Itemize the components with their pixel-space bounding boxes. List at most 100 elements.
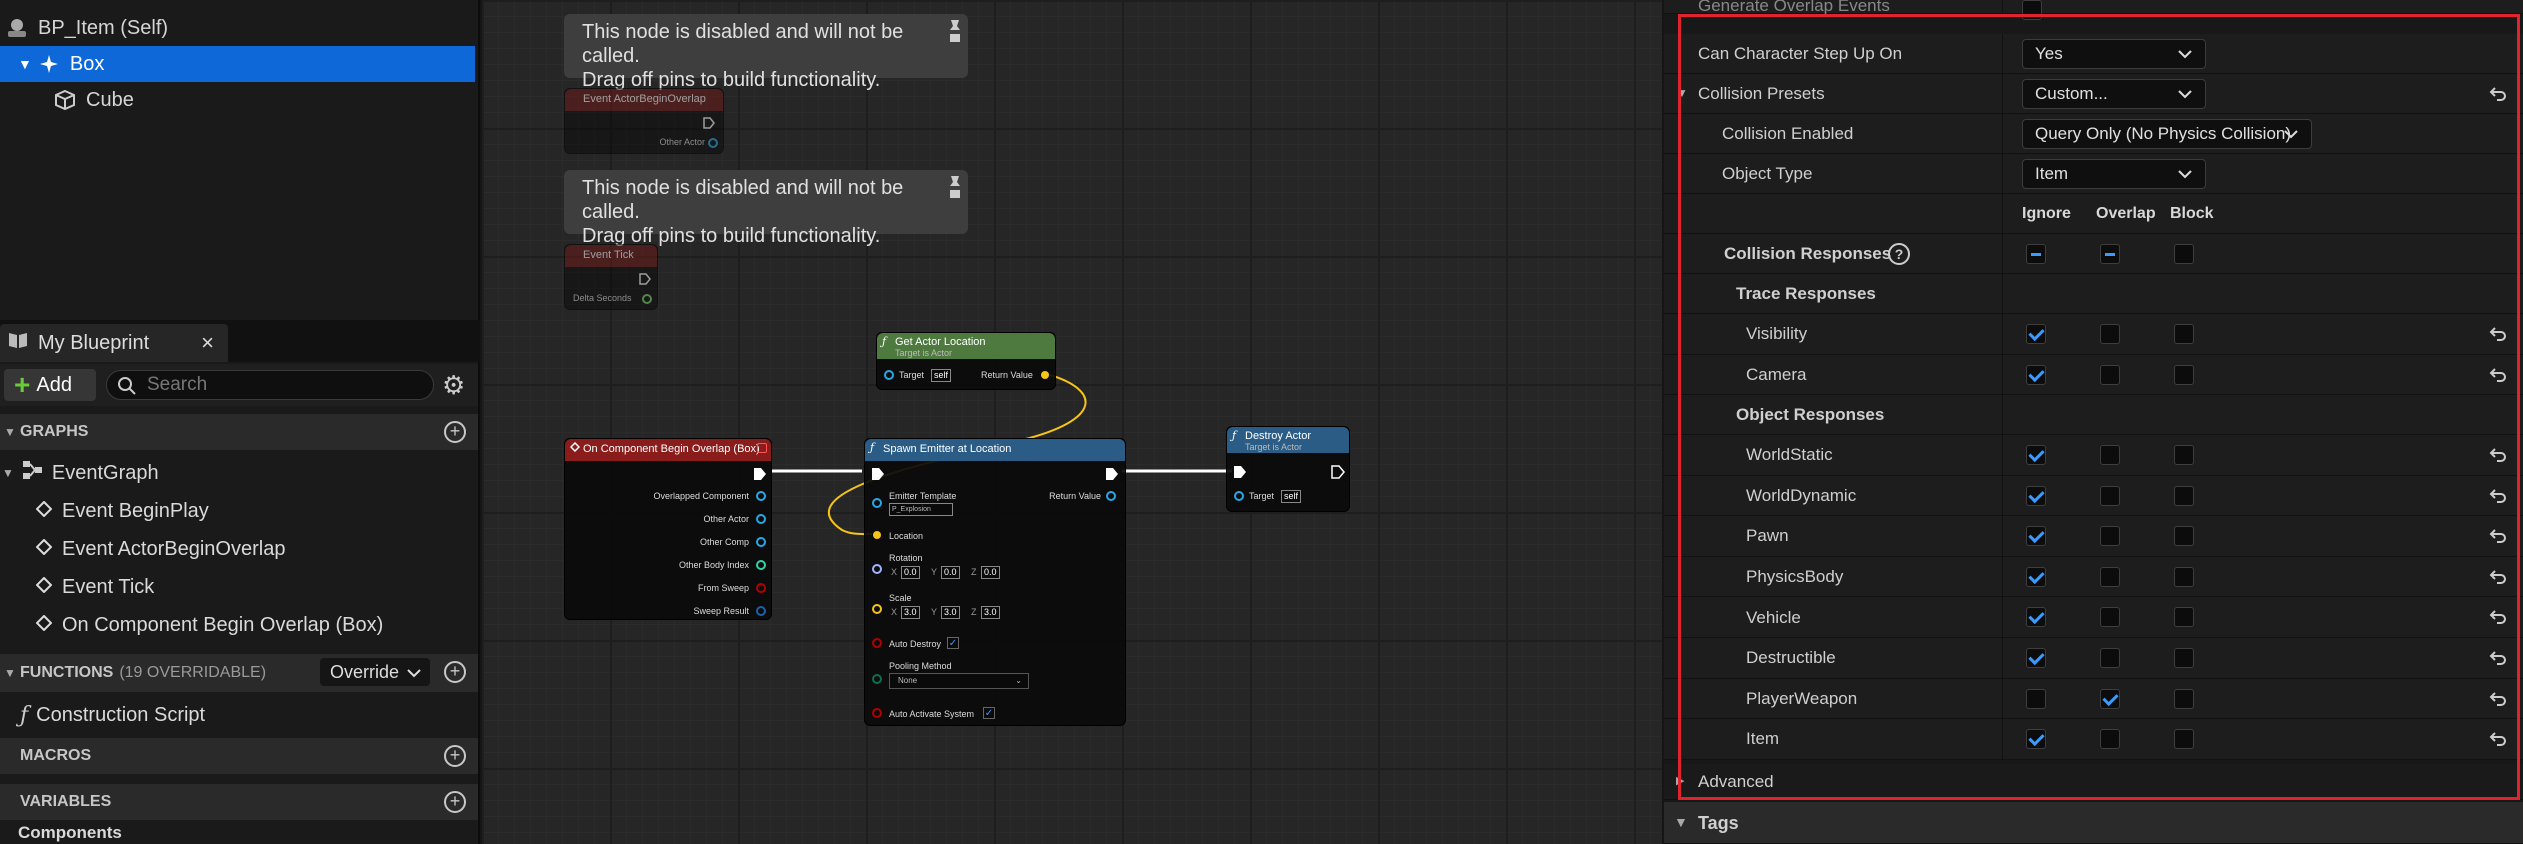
collision-enabled-dropdown[interactable]: Query Only (No Physics Collision): [2022, 119, 2312, 149]
responses-overlap-all-checkbox[interactable]: [2100, 244, 2120, 264]
block-checkbox[interactable]: [2174, 729, 2194, 750]
reset-arrow-icon[interactable]: [2488, 729, 2508, 749]
overlap-checkbox[interactable]: [2100, 648, 2120, 668]
object-type-dropdown[interactable]: Item: [2022, 159, 2206, 189]
exec-pin-icon[interactable]: [1233, 465, 1247, 479]
reset-arrow-icon[interactable]: [2488, 526, 2508, 546]
enum-pin-icon[interactable]: [871, 673, 883, 685]
rotation-y-field[interactable]: 0.0: [941, 566, 960, 579]
ignore-checkbox[interactable]: [2026, 445, 2046, 465]
on-component-begin-overlap-node[interactable]: On Component Begin Overlap (Box) Overlap…: [564, 438, 772, 620]
get-actor-location-node[interactable]: ƒ Get Actor Location Target is Actor Tar…: [876, 332, 1056, 390]
overlap-checkbox[interactable]: [2100, 607, 2120, 628]
target-self-field[interactable]: self: [931, 369, 952, 382]
block-checkbox[interactable]: [2174, 607, 2194, 628]
graph-event-item[interactable]: Event ActorBeginOverlap: [0, 530, 478, 568]
object-pin-icon[interactable]: [755, 490, 767, 502]
ignore-checkbox[interactable]: [2026, 729, 2046, 750]
exec-pin-icon[interactable]: [753, 467, 767, 481]
rotation-x-field[interactable]: 0.0: [901, 566, 920, 579]
object-pin-icon[interactable]: [707, 137, 719, 149]
target-self-field[interactable]: self: [1281, 490, 1302, 503]
scale-x-field[interactable]: 3.0: [901, 606, 920, 619]
generate-overlap-checkbox[interactable]: [2022, 0, 2042, 20]
ignore-checkbox[interactable]: [2026, 566, 2046, 587]
rotator-pin-icon[interactable]: [871, 563, 883, 575]
close-icon[interactable]: ×: [201, 330, 214, 356]
vector-pin-icon[interactable]: [871, 529, 883, 541]
macros-section-header[interactable]: MACROS +: [0, 738, 478, 774]
function-item[interactable]: ƒ Construction Script: [0, 696, 478, 734]
help-icon[interactable]: ?: [1888, 243, 1910, 265]
reset-arrow-icon[interactable]: [2488, 648, 2508, 668]
graph-event-item[interactable]: On Component Begin Overlap (Box): [0, 606, 478, 644]
event-tick-node[interactable]: Event Tick Delta Seconds: [564, 244, 658, 310]
block-checkbox[interactable]: [2174, 485, 2194, 506]
vector-pin-icon[interactable]: [1039, 369, 1051, 381]
variables-components-category[interactable]: Components: [0, 822, 478, 844]
pin-icon[interactable]: [948, 174, 962, 200]
struct-pin-icon[interactable]: [755, 605, 767, 617]
reset-arrow-icon[interactable]: [2488, 689, 2508, 709]
collapse-arrow-icon[interactable]: ▼: [1676, 86, 1688, 100]
ignore-checkbox[interactable]: [2026, 364, 2046, 385]
variables-section-header[interactable]: VARIABLES +: [0, 784, 478, 820]
overlap-checkbox[interactable]: [2100, 364, 2120, 385]
object-pin-icon[interactable]: [755, 513, 767, 525]
overlap-checkbox[interactable]: [2100, 688, 2120, 709]
spawn-emitter-at-location-node[interactable]: ƒ Spawn Emitter at Location Emitter Temp…: [864, 438, 1126, 726]
object-pin-icon[interactable]: [755, 536, 767, 548]
overlap-checkbox[interactable]: [2100, 485, 2120, 506]
reset-arrow-icon[interactable]: [2488, 84, 2508, 104]
object-pin-icon[interactable]: [883, 369, 895, 381]
overlap-checkbox[interactable]: [2100, 729, 2120, 750]
tab-my-blueprint[interactable]: My Blueprint ×: [0, 324, 228, 362]
graph-event-item[interactable]: Event BeginPlay: [0, 492, 478, 530]
add-macro-icon[interactable]: +: [444, 745, 466, 767]
functions-section-header[interactable]: ▼ FUNCTIONS (19 OVERRIDABLE) Override +: [0, 654, 478, 692]
pin-icon[interactable]: [948, 18, 962, 44]
exec-pin-icon[interactable]: [1331, 465, 1345, 479]
bool-pin-icon[interactable]: [871, 707, 883, 719]
event-actor-begin-overlap-node[interactable]: Event ActorBeginOverlap Other Actor: [564, 88, 724, 154]
bool-pin-icon[interactable]: [755, 582, 767, 594]
scale-z-field[interactable]: 3.0: [981, 606, 1000, 619]
graph-event-item[interactable]: Event Tick: [0, 568, 478, 606]
ignore-checkbox[interactable]: [2026, 688, 2046, 709]
block-checkbox[interactable]: [2174, 688, 2194, 709]
collapse-arrow-icon[interactable]: ▼: [1674, 814, 1688, 830]
rotation-z-field[interactable]: 0.0: [981, 566, 1000, 579]
graphs-section-header[interactable]: ▼ GRAPHS +: [0, 414, 478, 450]
overlap-checkbox[interactable]: [2100, 566, 2120, 587]
add-button[interactable]: + Add: [4, 369, 96, 401]
expand-arrow-icon[interactable]: ▶: [1676, 774, 1684, 787]
exec-pin-icon[interactable]: [703, 117, 715, 129]
block-checkbox[interactable]: [2174, 648, 2194, 668]
exec-pin-icon[interactable]: [639, 273, 651, 285]
component-root[interactable]: BP_Item (Self): [0, 10, 475, 46]
vector-pin-icon[interactable]: [871, 603, 883, 615]
ignore-checkbox[interactable]: [2026, 485, 2046, 506]
component-box[interactable]: ▼ Box: [0, 46, 475, 82]
float-pin-icon[interactable]: [641, 293, 653, 305]
overlap-checkbox[interactable]: [2100, 445, 2120, 465]
auto-activate-checkbox[interactable]: ✓: [983, 707, 995, 719]
reset-arrow-icon[interactable]: [2488, 607, 2508, 627]
add-graph-icon[interactable]: +: [444, 421, 466, 443]
scale-y-field[interactable]: 3.0: [941, 606, 960, 619]
collision-presets-dropdown[interactable]: Custom...: [2022, 79, 2206, 109]
block-checkbox[interactable]: [2174, 445, 2194, 465]
details-row-advanced[interactable]: ▶ Advanced: [1664, 764, 2523, 800]
component-cube[interactable]: Cube: [0, 82, 475, 118]
details-section-tags[interactable]: ▼ Tags: [1664, 802, 2523, 844]
reset-arrow-icon[interactable]: [2488, 486, 2508, 506]
collapse-arrow-icon[interactable]: ▼: [18, 56, 32, 72]
exec-pin-icon[interactable]: [871, 467, 885, 481]
reset-arrow-icon[interactable]: [2488, 567, 2508, 587]
ignore-checkbox[interactable]: [2026, 607, 2046, 628]
bool-pin-icon[interactable]: [871, 637, 883, 649]
reset-arrow-icon[interactable]: [2488, 365, 2508, 385]
destroy-actor-node[interactable]: ƒ Destroy Actor Target is Actor Target s…: [1226, 426, 1350, 512]
ignore-checkbox[interactable]: [2026, 526, 2046, 547]
gear-icon[interactable]: ⚙: [442, 372, 465, 398]
